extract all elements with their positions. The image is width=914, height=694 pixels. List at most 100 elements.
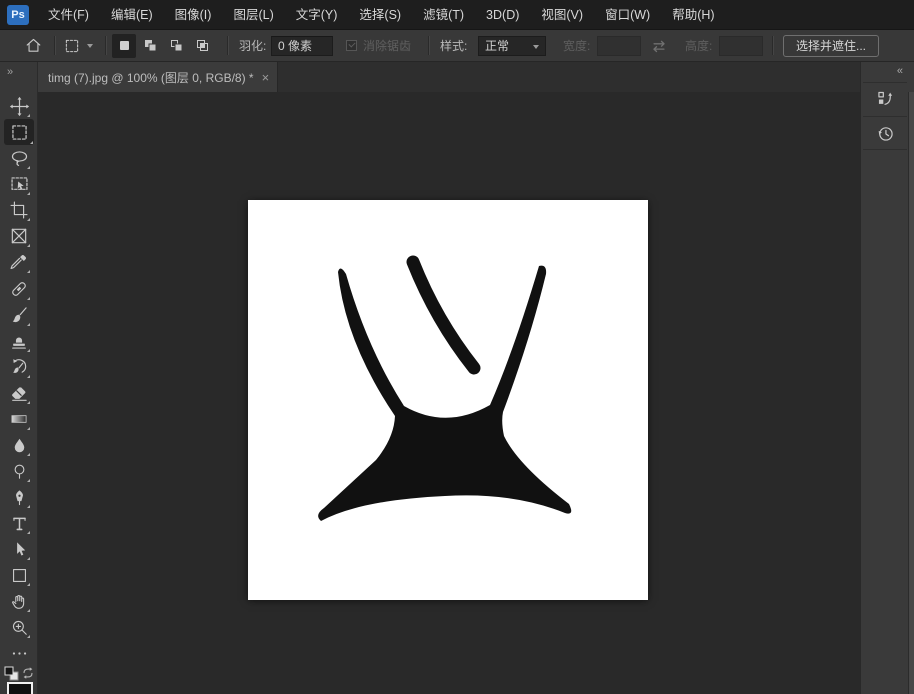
- rectangle-tool[interactable]: [7, 563, 31, 587]
- rectangle-icon: [10, 566, 29, 585]
- lasso-tool[interactable]: [7, 146, 31, 170]
- menu-layer[interactable]: 图层(L): [222, 0, 284, 30]
- select-and-mask-button[interactable]: 选择并遮住...: [783, 35, 879, 57]
- menu-filter[interactable]: 滤镜(T): [412, 0, 475, 30]
- feather-input[interactable]: 0 像素: [271, 36, 333, 56]
- antialias-label: 消除锯齿: [363, 37, 411, 54]
- divider: [772, 36, 773, 55]
- cursor-arrow-icon: [10, 540, 29, 559]
- swap-colors-icon[interactable]: [21, 666, 35, 680]
- spot-healing-brush-tool[interactable]: [7, 277, 31, 301]
- swap-arrows-icon: [650, 38, 668, 54]
- crop-tool[interactable]: [7, 198, 31, 222]
- object-selection-tool[interactable]: [7, 172, 31, 196]
- panel-button-components[interactable]: [863, 83, 907, 116]
- menu-edit[interactable]: 编辑(E): [100, 0, 164, 30]
- divider: [54, 36, 55, 55]
- style-value: 正常: [485, 37, 509, 54]
- collapsed-panel-buttons: [863, 82, 907, 150]
- artwork-abstract-figure: [248, 200, 648, 600]
- dock-expand-button[interactable]: «: [897, 65, 904, 77]
- divider: [227, 36, 228, 55]
- history-brush-tool[interactable]: [7, 355, 31, 379]
- rectangular-marquee-icon: [9, 122, 30, 143]
- eyedropper-icon: [9, 252, 29, 272]
- menu-select[interactable]: 选择(S): [348, 0, 412, 30]
- object-selection-icon: [9, 174, 30, 195]
- divider: [428, 36, 429, 55]
- dodge-icon: [10, 462, 29, 481]
- zoom-tool[interactable]: [7, 615, 31, 639]
- close-tab-icon[interactable]: ×: [262, 70, 278, 85]
- bandage-icon: [9, 279, 29, 299]
- menu-image[interactable]: 图像(I): [164, 0, 223, 30]
- menu-view[interactable]: 视图(V): [530, 0, 594, 30]
- eraser-tool[interactable]: [7, 381, 31, 405]
- history-brush-icon: [9, 357, 29, 377]
- canvas[interactable]: [248, 200, 648, 600]
- menu-items: 文件(F) 编辑(E) 图像(I) 图层(L) 文字(Y) 选择(S) 滤镜(T…: [37, 0, 726, 29]
- new-selection-icon: [117, 38, 132, 53]
- chevron-down-icon: [533, 45, 539, 49]
- home-button[interactable]: [24, 30, 43, 61]
- pen-tool[interactable]: [7, 485, 31, 509]
- path-selection-tool[interactable]: [7, 537, 31, 561]
- stamp-icon: [9, 331, 29, 351]
- style-label: 样式:: [440, 37, 467, 54]
- gradient-tool[interactable]: [7, 407, 31, 431]
- marquee-preset-icon: [63, 37, 81, 55]
- selection-mode-group: [112, 30, 214, 61]
- tools-panel: »: [0, 62, 38, 694]
- photoshop-logo: Ps: [7, 5, 29, 25]
- style-dropdown[interactable]: 正常: [478, 36, 546, 56]
- tool-options-bar: 羽化: 0 像素 消除锯齿 样式: 正常 宽度:: [0, 30, 914, 62]
- frame-icon: [9, 226, 29, 246]
- intersect-selection-icon: [195, 38, 210, 53]
- menu-3d[interactable]: 3D(D): [475, 0, 530, 30]
- document-viewport: [38, 92, 860, 694]
- intersect-selection-button[interactable]: [190, 34, 214, 58]
- photoshop-window: Ps 文件(F) 编辑(E) 图像(I) 图层(L) 文字(Y) 选择(S) 滤…: [0, 0, 914, 694]
- gradient-icon: [9, 409, 29, 429]
- add-to-selection-button[interactable]: [138, 34, 162, 58]
- dodge-tool[interactable]: [7, 459, 31, 483]
- swap-dimensions-button: [650, 30, 668, 61]
- panel-button-history[interactable]: [863, 116, 907, 149]
- subtract-from-selection-icon: [169, 38, 184, 53]
- document-tab-title: timg (7).jpg @ 100% (图层 0, RGB/8) *: [38, 69, 262, 86]
- lasso-icon: [9, 148, 30, 169]
- rectangular-marquee-tool[interactable]: [4, 119, 34, 145]
- default-colors-icon[interactable]: [4, 666, 20, 682]
- tool-preset-picker[interactable]: [63, 30, 93, 61]
- clone-stamp-tool[interactable]: [7, 329, 31, 353]
- type-tool[interactable]: [7, 511, 31, 535]
- new-selection-button[interactable]: [112, 34, 136, 58]
- toolbar-expand-button[interactable]: »: [0, 62, 38, 82]
- menu-window[interactable]: 窗口(W): [594, 0, 661, 30]
- squares-arrow-panel-icon: [875, 89, 896, 110]
- water-drop-icon: [10, 436, 29, 455]
- brush-tool[interactable]: [7, 303, 31, 327]
- menu-help[interactable]: 帮助(H): [661, 0, 725, 30]
- blur-tool[interactable]: [7, 433, 31, 457]
- eyedropper-tool[interactable]: [7, 250, 31, 274]
- document-tab[interactable]: timg (7).jpg @ 100% (图层 0, RGB/8) * ×: [38, 62, 278, 92]
- hand-icon: [10, 592, 29, 611]
- menu-type[interactable]: 文字(Y): [285, 0, 349, 30]
- hand-tool[interactable]: [7, 589, 31, 613]
- add-to-selection-icon: [143, 38, 158, 53]
- home-icon: [24, 36, 43, 55]
- move-tool[interactable]: [7, 94, 31, 118]
- edit-toolbar-button[interactable]: [7, 641, 31, 665]
- frame-tool[interactable]: [7, 224, 31, 248]
- divider: [105, 36, 106, 55]
- pen-nib-icon: [10, 488, 29, 507]
- subtract-from-selection-button[interactable]: [164, 34, 188, 58]
- eraser-icon: [9, 383, 29, 403]
- history-clock-icon: [875, 123, 896, 144]
- brush-icon: [9, 305, 29, 325]
- foreground-color-swatch[interactable]: [7, 682, 33, 694]
- menu-file[interactable]: 文件(F): [37, 0, 100, 30]
- crop-icon: [9, 200, 29, 220]
- magnifier-icon: [10, 618, 29, 637]
